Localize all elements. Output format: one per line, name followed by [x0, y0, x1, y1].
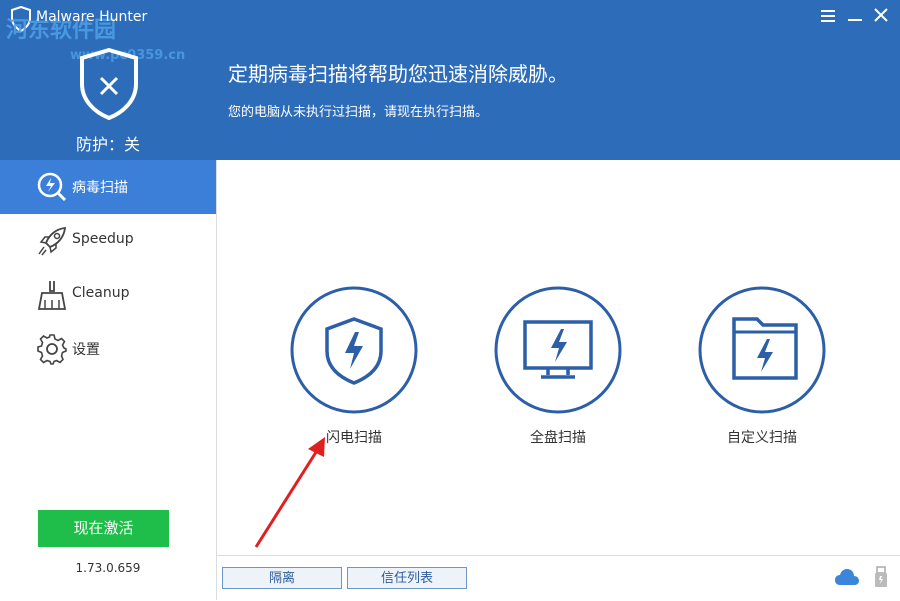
sidebar-item-label: 病毒扫描: [72, 180, 128, 196]
subline: 您的电脑从未执行过扫描，请现在执行扫描。: [228, 105, 489, 120]
sidebar-item-speedup[interactable]: Speedup: [0, 214, 216, 268]
gear-icon: [37, 334, 67, 365]
full-scan-option[interactable]: 全盘扫描: [493, 285, 623, 455]
shield-lightning-icon: [290, 286, 418, 414]
scan-option-label: 自定义扫描: [727, 430, 797, 446]
activate-now-button[interactable]: 现在激活: [38, 510, 169, 547]
broom-icon: [37, 281, 67, 310]
virus-scan-icon: [37, 172, 67, 202]
header: 河东软件园 Malware Hunter www.pc0359.cn 防护：关 …: [0, 0, 900, 160]
cloud-icon[interactable]: [834, 568, 860, 586]
protection-off-shield-icon: [80, 48, 138, 120]
red-annotation-arrow: [254, 437, 325, 548]
protection-status: 防护：关: [76, 135, 141, 154]
bottom-bar: 隔离 信任列表: [217, 555, 900, 601]
rocket-icon: [38, 226, 67, 256]
scan-option-label: 全盘扫描: [530, 430, 586, 446]
usb-icon[interactable]: [874, 566, 888, 588]
sidebar-item-label: 设置: [72, 342, 100, 358]
headline: 定期病毒扫描将帮助您迅速消除威胁。: [228, 62, 568, 86]
monitor-lightning-icon: [494, 286, 622, 414]
sidebar-item-cleanup[interactable]: Cleanup: [0, 268, 216, 322]
trust-list-button[interactable]: 信任列表: [347, 567, 467, 589]
custom-scan-option[interactable]: 自定义扫描: [697, 285, 827, 455]
sidebar-item-virus-scan[interactable]: 病毒扫描: [0, 160, 216, 214]
app-title: Malware Hunter: [36, 9, 148, 25]
quarantine-button[interactable]: 隔离: [222, 567, 342, 589]
sidebar-item-label: Cleanup: [72, 285, 130, 301]
minimize-icon[interactable]: [844, 6, 866, 28]
close-icon[interactable]: [870, 6, 892, 28]
sidebar-item-settings[interactable]: 设置: [0, 322, 216, 376]
folder-lightning-icon: [698, 286, 826, 414]
sidebar-item-label: Speedup: [72, 231, 134, 247]
version-text: 1.73.0.659: [75, 561, 141, 575]
menu-icon[interactable]: [817, 6, 839, 28]
